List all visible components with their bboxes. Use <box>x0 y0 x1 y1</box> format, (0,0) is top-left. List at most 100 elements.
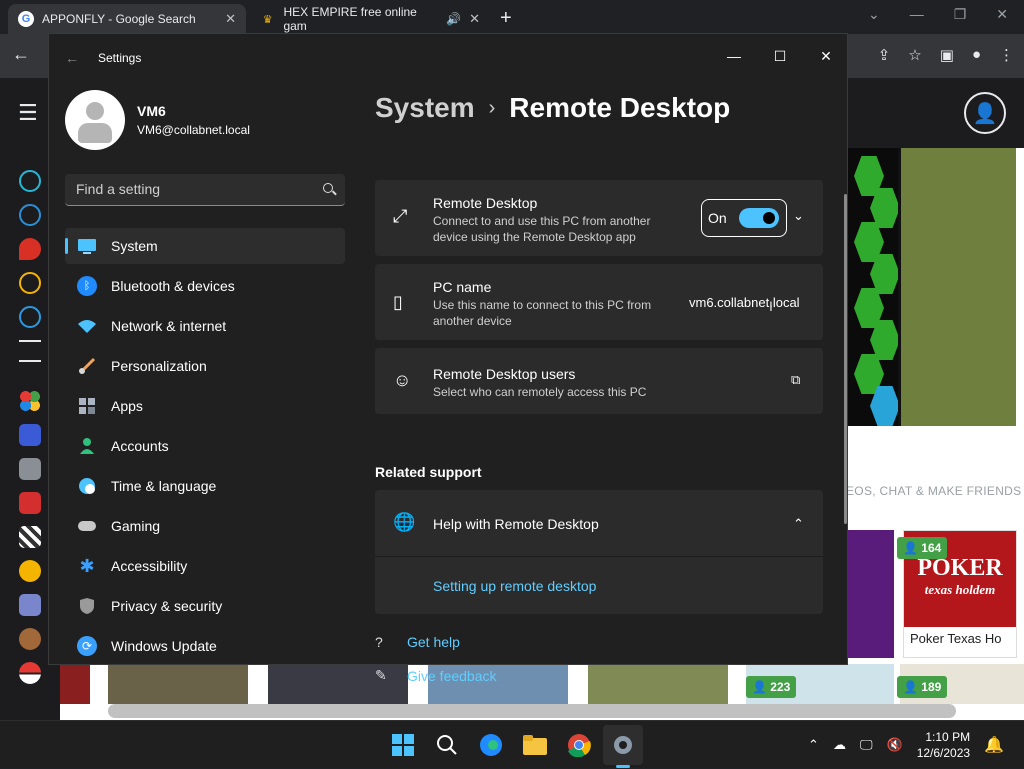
bear-icon[interactable] <box>19 628 41 650</box>
setting-up-remote-desktop-link[interactable]: Setting up remote desktop <box>433 578 596 594</box>
settings-content: System › Remote Desktop ⤢ Remote Desktop… <box>375 82 847 684</box>
pc-name-card: ▯ PC name Use this name to connect to th… <box>375 264 823 340</box>
multiplayer-icon[interactable] <box>19 424 41 446</box>
search-icon[interactable] <box>433 731 461 759</box>
browser-tab-hex-empire[interactable]: ♛ HEX EMPIRE free online gam 🔊 ✕ <box>250 4 490 34</box>
nav-label: Privacy & security <box>111 598 223 614</box>
game-thumbnail[interactable] <box>588 664 728 704</box>
file-explorer-icon[interactable] <box>521 731 549 759</box>
card-title: Remote Desktop <box>433 195 538 211</box>
card-description: Use this name to connect to this PC from… <box>433 298 652 328</box>
pokeball-icon[interactable] <box>19 662 41 684</box>
tab-search-icon[interactable]: ⌄ <box>868 6 880 23</box>
dots-grid-icon[interactable] <box>19 390 41 412</box>
breadcrumb-parent[interactable]: System <box>375 92 475 124</box>
back-arrow-icon[interactable]: ← <box>12 44 30 65</box>
game-thumbnail[interactable] <box>108 664 248 704</box>
wifi-icon <box>77 316 97 336</box>
chrome-icon[interactable] <box>565 731 593 759</box>
pacman-icon[interactable] <box>19 560 41 582</box>
nav-item-personalization[interactable]: Personalization <box>65 348 345 384</box>
toggle-switch[interactable] <box>738 208 779 228</box>
open-external-icon[interactable]: ⧉ <box>791 372 800 388</box>
volume-muted-icon[interactable]: 🔇 <box>887 737 903 753</box>
shuffle-icon[interactable] <box>19 340 41 362</box>
get-help-link[interactable]: ? Get help <box>375 634 460 650</box>
maximize-button[interactable]: ☐ <box>765 42 795 70</box>
help-remote-desktop-card: 🌐 Help with Remote Desktop ⌃ Setting up … <box>375 490 823 614</box>
nav-item-privacy-security[interactable]: Privacy & security <box>65 588 345 624</box>
swords-icon[interactable] <box>19 458 41 480</box>
help-title[interactable]: Help with Remote Desktop <box>433 516 599 532</box>
nav-item-time-language[interactable]: Time & language <box>65 468 345 504</box>
pc-name-value[interactable]: vm6.collabnet.local <box>689 295 800 310</box>
search-icon[interactable] <box>323 183 333 193</box>
profile-icon[interactable]: ● <box>972 46 981 64</box>
nav-item-network[interactable]: Network & internet <box>65 308 345 344</box>
nav-item-bluetooth[interactable]: ᛒ Bluetooth & devices <box>65 268 345 304</box>
user-profile[interactable]: VM6 VM6@collabnet.local <box>65 90 250 150</box>
close-icon[interactable]: ✕ <box>996 6 1008 23</box>
game-category-icon[interactable] <box>19 170 41 192</box>
edge-icon[interactable] <box>477 731 505 759</box>
notification-bell-icon[interactable]: 🔔 <box>984 735 1004 755</box>
horizontal-scrollbar[interactable] <box>108 704 956 718</box>
browser-tab-google[interactable]: G APPONFLY - Google Search ✕ <box>8 4 246 34</box>
nav-item-gaming[interactable]: Gaming <box>65 508 345 544</box>
remote-desktop-toggle[interactable]: On <box>701 199 787 237</box>
restore-icon[interactable]: ❐ <box>954 6 967 23</box>
hamburger-icon[interactable]: ☰ <box>18 100 38 126</box>
chevron-down-icon[interactable]: ⌄ <box>793 208 804 224</box>
game-category-icon[interactable] <box>19 204 41 226</box>
card-title: PC name <box>433 279 492 295</box>
nav-item-accessibility[interactable]: ✱ Accessibility <box>65 548 345 584</box>
remote-desktop-users-card[interactable]: ☺ Remote Desktop users Select who can re… <box>375 348 823 414</box>
nav-item-apps[interactable]: Apps <box>65 388 345 424</box>
close-button[interactable]: ✕ <box>811 42 841 70</box>
close-tab-icon[interactable]: ✕ <box>469 11 480 27</box>
chevron-right-icon: › <box>488 96 496 119</box>
game-thumbnail-row <box>60 664 1024 704</box>
search-box <box>65 174 345 206</box>
side-panel-icon[interactable]: ▣ <box>940 46 954 64</box>
start-button[interactable] <box>389 731 417 759</box>
give-feedback-link[interactable]: ✎ Give feedback <box>375 667 497 684</box>
card-title: Remote Desktop users <box>433 366 576 382</box>
nav-item-windows-update[interactable]: ⟳ Windows Update <box>65 628 345 664</box>
globe-icon: 🌐 <box>393 512 416 532</box>
game-thumbnail[interactable] <box>60 664 90 704</box>
page-title: Remote Desktop <box>509 92 731 123</box>
star-icon[interactable]: ☆ <box>908 46 921 64</box>
nav-item-accounts[interactable]: Accounts <box>65 428 345 464</box>
menu-dots-icon[interactable]: ⋮ <box>999 46 1014 64</box>
settings-window: ← Settings — ☐ ✕ VM6 VM6@collabnet.local… <box>48 33 848 684</box>
chevron-up-icon[interactable]: ⌃ <box>793 516 804 532</box>
game-card[interactable] <box>846 530 894 658</box>
search-input[interactable] <box>65 174 305 204</box>
hex-game-map[interactable] <box>898 148 1016 426</box>
user-account-icon[interactable]: 👤 <box>964 92 1006 134</box>
back-arrow-icon[interactable]: ← <box>65 50 79 66</box>
minimize-icon[interactable]: — <box>910 6 924 23</box>
check-circle-icon[interactable] <box>19 272 41 294</box>
close-tab-icon[interactable]: ✕ <box>225 11 236 27</box>
share-icon[interactable]: ⇪ <box>878 46 891 64</box>
settings-gear-icon[interactable] <box>609 731 637 759</box>
checkered-flag-icon[interactable] <box>19 526 41 548</box>
clock[interactable]: 1:10 PM 12/6/2023 <box>917 729 970 761</box>
people-icon[interactable] <box>19 594 41 616</box>
new-tab-button[interactable]: + <box>500 7 512 30</box>
feedback-icon: ✎ <box>375 667 387 683</box>
monitor-network-icon[interactable]: 🖵 <box>860 737 873 753</box>
cloud-offline-icon[interactable]: ☁ <box>833 737 846 753</box>
vertical-scrollbar[interactable] <box>844 194 847 524</box>
speed-icon[interactable] <box>19 306 41 328</box>
fire-icon[interactable] <box>19 238 41 260</box>
minimize-button[interactable]: — <box>719 42 749 70</box>
hex-game-panel[interactable] <box>846 148 900 426</box>
nav-item-system[interactable]: System <box>65 228 345 264</box>
person-icon: 👤 <box>752 680 771 694</box>
flag-icon[interactable] <box>19 492 41 514</box>
chevron-up-icon[interactable]: ⌃ <box>808 737 819 753</box>
breadcrumb: System › Remote Desktop <box>375 92 730 124</box>
